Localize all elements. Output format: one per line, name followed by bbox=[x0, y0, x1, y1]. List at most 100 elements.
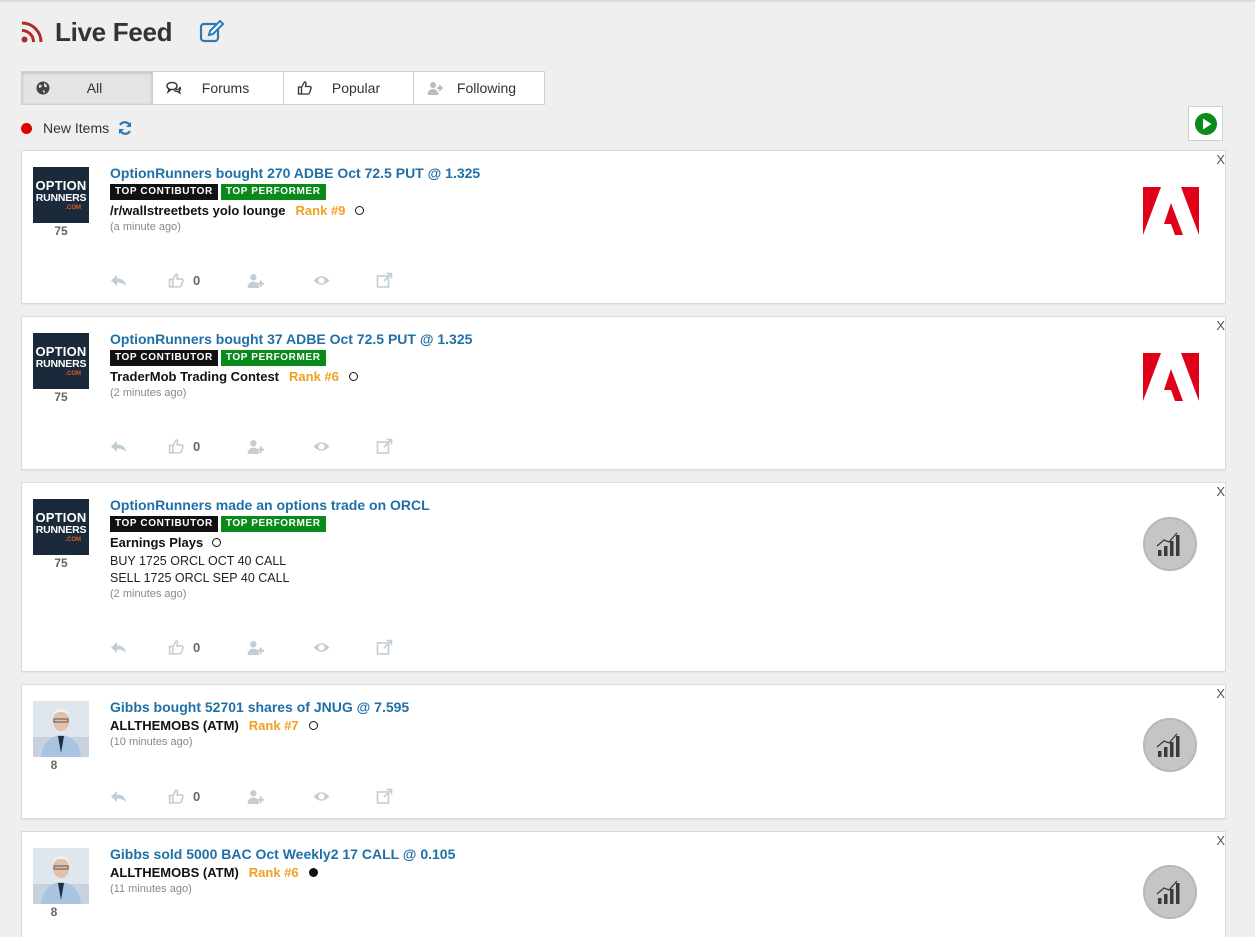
avatar-logo-line2: RUNNERS bbox=[35, 358, 87, 371]
avatar-logo-line1: OPTION bbox=[35, 344, 87, 360]
close-button[interactable]: X bbox=[1216, 485, 1225, 499]
status-open-icon bbox=[308, 721, 318, 730]
reply-button[interactable] bbox=[110, 788, 168, 805]
tab-all[interactable]: All bbox=[22, 72, 153, 104]
timestamp: (2 minutes ago) bbox=[110, 588, 187, 600]
tab-forums[interactable]: Forums bbox=[153, 72, 284, 104]
reply-icon bbox=[111, 791, 126, 802]
reply-button[interactable] bbox=[110, 272, 168, 289]
trade-leg: BUY 1725 ORCL OCT 40 CALL bbox=[110, 554, 287, 568]
share-button[interactable] bbox=[376, 438, 393, 455]
comments-icon bbox=[166, 81, 182, 95]
trade-leg: SELL 1725 ORCL SEP 40 CALL bbox=[110, 571, 290, 585]
view-button[interactable] bbox=[313, 438, 376, 455]
new-items-dot bbox=[21, 122, 32, 134]
share-button[interactable] bbox=[376, 788, 393, 805]
like-button[interactable]: 0 bbox=[168, 438, 247, 455]
view-button[interactable] bbox=[313, 788, 376, 805]
badge-top-contributor: TOP CONTIBUTOR bbox=[110, 350, 218, 366]
rank-label: Rank #6 bbox=[289, 369, 339, 384]
thumbs-up-icon bbox=[297, 81, 312, 95]
reply-button[interactable] bbox=[110, 639, 168, 656]
post-headline[interactable]: OptionRunners bought 270 ADBE Oct 72.5 P… bbox=[110, 165, 480, 181]
badge-list: TOP CONTIBUTOR TOP PERFORMER bbox=[110, 350, 472, 366]
chart-icon bbox=[1143, 517, 1197, 571]
close-button[interactable]: X bbox=[1216, 687, 1225, 701]
group-name[interactable]: ALLTHEMOBS (ATM) bbox=[110, 865, 239, 880]
rank-label: Rank #9 bbox=[295, 203, 346, 218]
tab-following[interactable]: Following bbox=[414, 72, 544, 104]
avatar[interactable] bbox=[33, 848, 89, 904]
page-title: Live Feed bbox=[55, 16, 173, 47]
feed-item: X 8 Gibbs bought 52701 shares of JNUG @ … bbox=[21, 684, 1226, 819]
follow-button[interactable] bbox=[247, 788, 313, 805]
follow-button[interactable] bbox=[247, 438, 313, 455]
play-icon bbox=[1194, 112, 1217, 135]
play-button[interactable] bbox=[1188, 106, 1223, 141]
badge-top-performer: TOP PERFORMER bbox=[220, 516, 326, 532]
adobe-logo bbox=[1143, 187, 1199, 235]
share-button[interactable] bbox=[376, 272, 393, 289]
avatar[interactable]: OPTION RUNNERS .COM bbox=[33, 167, 89, 223]
tab-following-label: Following bbox=[456, 80, 517, 96]
eye-icon bbox=[313, 792, 330, 801]
user-score: 8 bbox=[50, 905, 58, 919]
rank-label: Rank #6 bbox=[248, 865, 299, 880]
timestamp: (a minute ago) bbox=[110, 221, 181, 233]
external-link-icon bbox=[376, 639, 393, 655]
post-content: OptionRunners bought 37 ADBE Oct 72.5 PU… bbox=[110, 331, 472, 399]
group-name[interactable]: Earnings Plays bbox=[110, 535, 203, 550]
tab-popular[interactable]: Popular bbox=[284, 72, 414, 104]
close-button[interactable]: X bbox=[1216, 153, 1225, 167]
refresh-icon[interactable] bbox=[117, 120, 133, 136]
eye-icon bbox=[313, 442, 330, 451]
page-header: Live Feed bbox=[21, 16, 225, 48]
view-button[interactable] bbox=[313, 272, 376, 289]
avatar[interactable]: OPTION RUNNERS .COM bbox=[33, 499, 89, 555]
globe-icon bbox=[36, 81, 50, 95]
like-button[interactable]: 0 bbox=[168, 639, 247, 656]
thumbs-up-icon bbox=[168, 789, 184, 804]
like-button[interactable]: 0 bbox=[168, 788, 247, 805]
group-line: ALLTHEMOBS (ATM) Rank #7 bbox=[110, 718, 409, 733]
like-count: 0 bbox=[193, 789, 201, 804]
follow-button[interactable] bbox=[247, 639, 313, 656]
avatar[interactable] bbox=[33, 701, 89, 757]
avatar[interactable]: OPTION RUNNERS .COM bbox=[33, 333, 89, 389]
post-headline[interactable]: Gibbs sold 5000 BAC Oct Weekly2 17 CALL … bbox=[110, 846, 455, 862]
avatar-logo-line2: RUNNERS bbox=[35, 192, 87, 205]
reply-button[interactable] bbox=[110, 438, 168, 455]
status-closed-icon bbox=[308, 868, 318, 877]
badge-top-performer: TOP PERFORMER bbox=[220, 184, 326, 200]
eye-icon bbox=[313, 276, 330, 285]
group-name[interactable]: TraderMob Trading Contest bbox=[110, 369, 279, 384]
group-name[interactable]: ALLTHEMOBS (ATM) bbox=[110, 718, 239, 733]
close-button[interactable]: X bbox=[1216, 834, 1225, 848]
live-feed-page: Live Feed All Forums Popular Following N… bbox=[0, 0, 1255, 937]
view-button[interactable] bbox=[313, 639, 376, 656]
like-count: 0 bbox=[193, 273, 201, 288]
post-content: OptionRunners made an options trade on O… bbox=[110, 497, 430, 600]
share-button[interactable] bbox=[376, 639, 393, 656]
chart-icon bbox=[1143, 865, 1197, 919]
top-divider bbox=[0, 0, 1255, 2]
user-score: 75 bbox=[54, 224, 68, 238]
edit-icon[interactable] bbox=[199, 19, 225, 45]
follow-button[interactable] bbox=[247, 272, 313, 289]
like-count: 0 bbox=[193, 640, 201, 655]
close-button[interactable]: X bbox=[1216, 319, 1225, 333]
user-score: 8 bbox=[50, 758, 58, 772]
tab-all-label: All bbox=[86, 80, 103, 96]
group-name[interactable]: /r/wallstreetbets yolo lounge bbox=[110, 203, 286, 218]
like-button[interactable]: 0 bbox=[168, 272, 247, 289]
external-link-icon bbox=[376, 272, 393, 288]
post-headline[interactable]: OptionRunners made an options trade on O… bbox=[110, 497, 430, 513]
avatar-logo-line3: .COM bbox=[65, 370, 81, 377]
post-headline[interactable]: Gibbs bought 52701 shares of JNUG @ 7.59… bbox=[110, 699, 409, 715]
external-link-icon bbox=[376, 788, 393, 804]
post-headline[interactable]: OptionRunners bought 37 ADBE Oct 72.5 PU… bbox=[110, 331, 472, 347]
reply-icon bbox=[111, 441, 126, 452]
user-plus-icon bbox=[427, 82, 443, 95]
thumbs-up-icon bbox=[168, 439, 184, 454]
status-open-icon bbox=[355, 206, 365, 215]
